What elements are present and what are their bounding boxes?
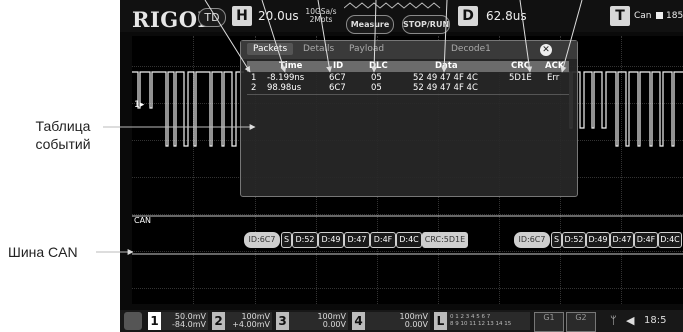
bottom-channel-bar: 1 50.0mV -84.0mV 2 100mV +4.00mV 3 100mV… (120, 310, 683, 332)
row-id: 6C7 (329, 73, 346, 83)
row-time: 98.98us (267, 83, 302, 93)
bus-segment-id: ID:6C7 (244, 232, 280, 248)
channel-1-number: 1 (148, 312, 161, 330)
event-table-annotation-line2: событий (35, 136, 91, 152)
la-digits-row2: 8 9 10 11 12 13 14 15 (450, 321, 512, 327)
channel-3-box[interactable]: 3 100mV 0.00V (276, 312, 348, 330)
trigger-tag[interactable]: T (610, 6, 630, 26)
trigger-edge-icon (656, 12, 663, 19)
g1-label: G1 (543, 313, 555, 322)
event-table-annotation-line1: Таблица (35, 118, 91, 134)
can-bus-decode: ID:6C7 S D:52 D:49 D:47 D:4F D:4C CRC:5D… (120, 214, 683, 254)
clock-time: 18:5 (644, 315, 667, 326)
bus-segment-data: D:49 (586, 232, 610, 248)
row-id: 6C7 (329, 83, 346, 93)
col-time: Time (279, 61, 303, 71)
bus-segment-data: D:47 (344, 232, 370, 248)
trigger-type[interactable]: Can (634, 11, 652, 21)
col-id: ID (333, 61, 344, 71)
row-dlc: 05 (371, 73, 382, 83)
tab-details[interactable]: Details (303, 44, 334, 54)
row-crc: 5D1E (509, 73, 532, 83)
channel-2-number: 2 (212, 312, 225, 330)
row-ack: Err (547, 73, 560, 83)
g2-button[interactable]: G2 (566, 312, 596, 332)
oscilloscope-screen: RIGOL TD H 20.0us 10GSa/s 2Mpts Measure … (120, 0, 683, 332)
channel-1-offset: -84.0mV (172, 320, 206, 329)
row-number: 2 (251, 83, 257, 93)
logic-analyzer-tag: L (434, 312, 447, 330)
channel-3-number: 3 (276, 312, 289, 330)
bus-segment-s: S (551, 232, 562, 248)
channel-3-offset: 0.00V (322, 320, 346, 329)
col-crc: CRC (511, 61, 531, 71)
measure-button[interactable]: Measure (346, 15, 394, 34)
delay-tag[interactable]: D (458, 6, 478, 26)
bus-segment-data: D:4C (396, 232, 422, 248)
logic-analyzer-box[interactable]: L 0 1 2 3 4 5 6 7 8 9 10 11 12 13 14 15 (434, 312, 530, 330)
event-table-body (247, 94, 569, 191)
bus-segment-data: D:4C (658, 232, 682, 248)
bus-segment-data: D:52 (292, 232, 318, 248)
la-digits-row1: 0 1 2 3 4 5 6 7 (450, 314, 491, 320)
bus-segment-data: D:4F (370, 232, 396, 248)
timebase-value[interactable]: 20.0us (258, 9, 299, 23)
channel-3-values: 100mV 0.00V (292, 313, 346, 329)
tab-packets[interactable]: Packets (247, 43, 294, 55)
channel-1-values: 50.0mV -84.0mV (164, 313, 206, 329)
close-icon[interactable]: ✕ (540, 44, 552, 56)
speaker-icon[interactable]: ◀ (626, 314, 634, 327)
horizontal-tag[interactable]: H (232, 6, 252, 26)
row-data: 52 49 47 4F 4C (413, 73, 478, 83)
channel-2-offset: +4.00mV (232, 320, 270, 329)
row-time: -8.199ns (267, 73, 305, 83)
channel-1-box[interactable]: 1 50.0mV -84.0mV (148, 312, 208, 330)
bus-segment-s: S (281, 232, 292, 248)
tab-decode1[interactable]: Decode1 (451, 44, 491, 54)
g1-button[interactable]: G1 (534, 312, 564, 332)
channel-2-box[interactable]: 2 100mV +4.00mV (212, 312, 272, 330)
channel-4-values: 100mV 0.00V (368, 313, 428, 329)
usb-icon: ᛘ (610, 314, 617, 327)
channel-4-box[interactable]: 4 100mV 0.00V (352, 312, 430, 330)
col-data: Data (435, 61, 458, 71)
event-table-dialog[interactable]: Packets Details Payload Decode1 ✕ Time I… (240, 40, 578, 197)
sample-rate: 10GSa/s 2Mpts (304, 8, 338, 24)
tab-payload[interactable]: Payload (349, 44, 384, 54)
channel-4-number: 4 (352, 312, 365, 330)
table-row[interactable]: 2 98.98us 6C7 05 52 49 47 4F 4C (247, 83, 569, 93)
top-status-bar: RIGOL TD H 20.0us 10GSa/s 2Mpts Measure … (120, 0, 683, 34)
menu-icon[interactable] (124, 312, 142, 330)
waveform-overview (344, 2, 441, 9)
col-dlc: DLC (369, 61, 388, 71)
bus-segment-data: D:52 (562, 232, 586, 248)
row-data: 52 49 47 4F 4C (413, 83, 478, 93)
channel-2-values: 100mV +4.00mV (228, 313, 270, 329)
stop-run-button[interactable]: STOP/RUN (402, 15, 450, 34)
row-dlc: 05 (371, 83, 382, 93)
col-ack: ACK (545, 61, 565, 71)
can-bus-annotation: Шина CAN (8, 244, 78, 260)
logic-analyzer-digits: 0 1 2 3 4 5 6 7 8 9 10 11 12 13 14 15 (450, 314, 511, 328)
event-table-annotation: Таблица событий (23, 117, 103, 153)
event-table-tabs: Packets Details Payload Decode1 ✕ (241, 41, 577, 59)
sample-rate-line2: 2Mpts (309, 15, 333, 24)
bus-segment-data: D:4F (634, 232, 658, 248)
channel-4-offset: 0.00V (404, 320, 428, 329)
event-table-header: Time ID DLC Data CRC ACK (247, 61, 569, 72)
mode-button[interactable]: TD (198, 8, 226, 27)
bus-segment-crc: CRC:5D1E (422, 232, 468, 248)
row-number: 1 (251, 73, 257, 83)
bus-segment-data: D:49 (318, 232, 344, 248)
g2-label: G2 (575, 313, 587, 322)
bus-segment-id: ID:6C7 (514, 232, 550, 248)
delay-value[interactable]: 62.8us (486, 9, 527, 23)
bus-segment-data: D:47 (610, 232, 634, 248)
trigger-level[interactable]: 185mV (666, 11, 683, 21)
table-row[interactable]: 1 -8.199ns 6C7 05 52 49 47 4F 4C 5D1E Er… (247, 73, 569, 83)
